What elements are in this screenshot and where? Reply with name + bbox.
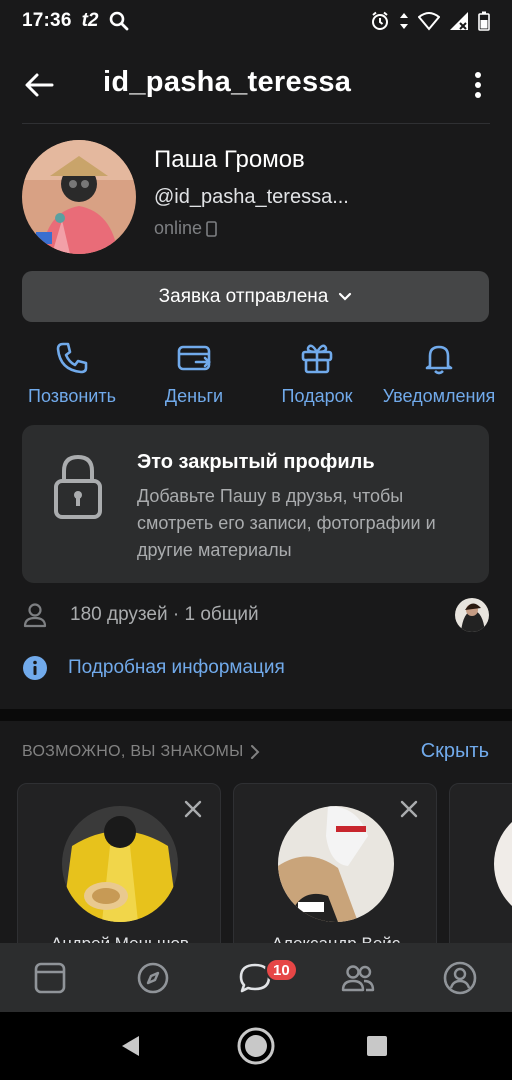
suggestion-avatar[interactable] [494, 806, 512, 922]
gift-action[interactable]: Подарок [252, 340, 382, 407]
friends-count-text: 180 друзей · 1 общий [70, 604, 259, 625]
bottom-tab-bar [0, 943, 512, 1012]
top-app-bar: id_pasha_teressa [0, 54, 512, 114]
suggestion-avatar[interactable] [278, 806, 394, 922]
back-arrow-icon[interactable] [22, 68, 56, 102]
data-arrows-icon [400, 13, 408, 29]
profile-avatar[interactable] [22, 140, 136, 254]
friends-row[interactable]: 180 друзей · 1 общий [22, 598, 489, 632]
bell-icon [425, 345, 453, 375]
system-recent-apps-icon[interactable] [367, 1036, 387, 1056]
profile-name: Паша Громов [154, 146, 305, 173]
call-action-label: Позвонить [28, 386, 116, 406]
notifications-action-label: Уведомления [382, 386, 496, 406]
suggestion-card[interactable]: Александр Вейс [233, 783, 437, 943]
chevron-right-icon [250, 744, 260, 759]
user-icon [23, 603, 47, 628]
gift-action-label: Подарок [281, 386, 353, 406]
carrier-logo: t2 [81, 10, 99, 31]
suggestions-title[interactable]: ВОЗМОЖНО, ВЫ ЗНАКОМЫ [22, 743, 244, 761]
close-icon[interactable] [398, 798, 420, 820]
hide-suggestions-button[interactable]: Скрыть [421, 740, 489, 763]
wifi-icon [418, 12, 440, 31]
page-title: id_pasha_teressa [103, 66, 352, 98]
status-bar: 17:36 t2 [0, 0, 512, 42]
close-icon[interactable] [182, 798, 204, 820]
suggestion-name: М [450, 934, 512, 943]
suggestion-avatar[interactable] [62, 806, 178, 922]
friend-request-sent-button[interactable]: Заявка отправлена [22, 271, 489, 322]
gift-icon [301, 344, 333, 374]
suggestion-name: Андрей Меньшов [18, 934, 222, 943]
friend-request-label: Заявка отправлена [158, 285, 329, 307]
notifications-action[interactable]: Уведомления [374, 340, 504, 407]
suggestion-card[interactable]: М [449, 783, 512, 943]
search-icon [109, 11, 128, 31]
profile-icon[interactable] [442, 960, 478, 996]
header-divider [22, 123, 490, 124]
battery-icon [478, 11, 490, 31]
call-action[interactable]: Позвонить [7, 340, 137, 407]
system-home-icon[interactable] [236, 1026, 276, 1066]
system-navigation-bar [0, 1012, 512, 1080]
online-status-text: online [154, 218, 203, 238]
detailed-info-link[interactable]: Подробная информация [22, 655, 285, 681]
closed-profile-title: Это закрытый профиль [137, 451, 375, 473]
online-status: online [154, 218, 217, 239]
status-time: 17:36 [22, 10, 72, 31]
suggestion-name: Александр Вейс [234, 934, 438, 943]
signal-icon [450, 12, 468, 30]
info-icon [23, 656, 47, 680]
closed-profile-card: Это закрытый профиль Добавьте Пашу в дру… [22, 425, 489, 583]
discover-icon[interactable] [135, 960, 171, 996]
suggestion-card[interactable]: Андрей Меньшов [17, 783, 221, 943]
profile-handle: @id_pasha_teressa... [154, 186, 349, 208]
messages-badge: 10 [265, 958, 298, 982]
mutual-friend-avatar[interactable] [455, 598, 489, 632]
friends-icon[interactable] [340, 960, 376, 996]
profile-actions: Позвонить Деньги Подарок Уведомления [0, 340, 512, 410]
lock-icon [54, 454, 102, 519]
suggestions-header: ВОЗМОЖНО, ВЫ ЗНАКОМЫ Скрыть [22, 740, 489, 763]
more-options-icon[interactable] [466, 68, 490, 102]
section-separator [0, 709, 512, 721]
alarm-icon [372, 11, 388, 30]
system-back-icon[interactable] [119, 1034, 143, 1058]
money-icon [177, 345, 211, 371]
news-icon[interactable] [32, 960, 68, 996]
closed-profile-description: Добавьте Пашу в друзья, чтобы смотреть е… [137, 486, 436, 560]
money-action[interactable]: Деньги [129, 340, 259, 407]
suggestions-carousel[interactable]: Андрей Меньшов Александр Вейс М [0, 783, 512, 943]
chevron-down-icon [339, 292, 352, 301]
phone-icon [56, 342, 88, 374]
money-action-label: Деньги [164, 386, 224, 406]
mobile-device-icon [206, 220, 217, 237]
detailed-info-label: Подробная информация [68, 657, 285, 678]
